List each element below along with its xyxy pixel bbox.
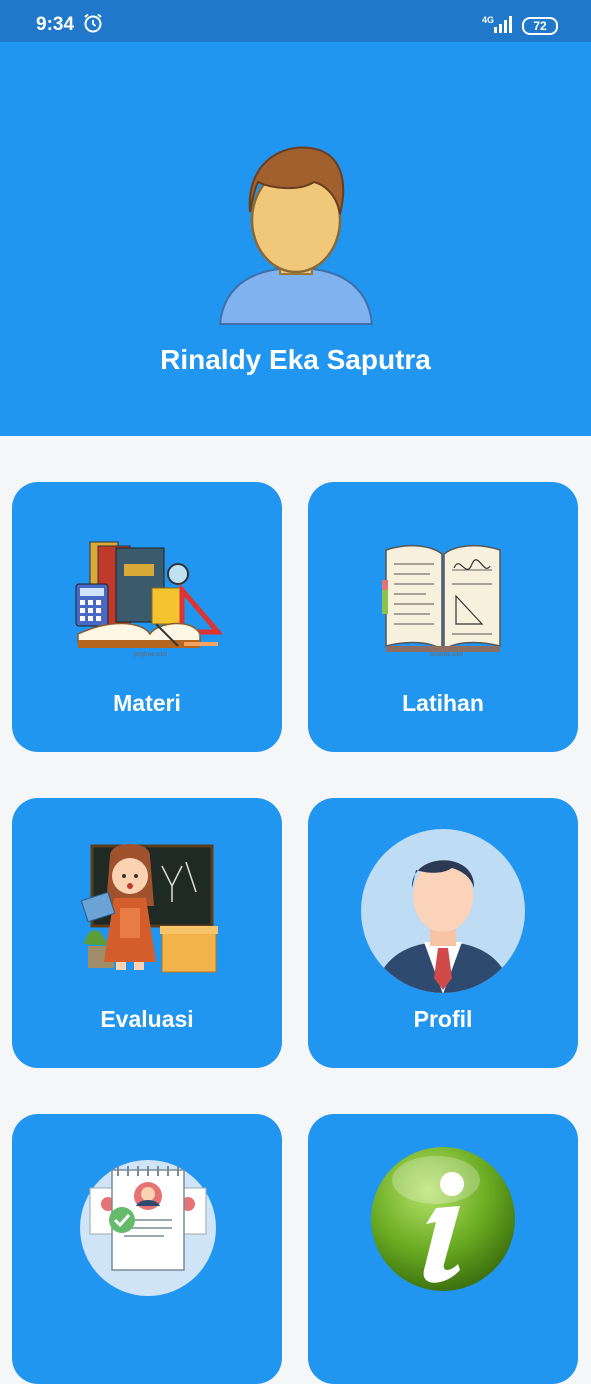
resume-check-icon: [80, 1160, 216, 1296]
menu-card-latihan[interactable]: pngtree.com Latihan: [308, 482, 578, 752]
info-icon: [371, 1147, 515, 1291]
menu-card-evaluasi[interactable]: Evaluasi: [12, 798, 282, 1068]
status-bar: 9:34 4G 72: [0, 0, 591, 42]
signal-icon: [494, 16, 512, 33]
open-book-icon: pngtree.com: [382, 544, 501, 656]
svg-text:pngtree.com: pngtree.com: [134, 652, 167, 658]
profile-man-icon: [361, 829, 525, 993]
menu-label: Evaluasi: [100, 1006, 194, 1032]
status-time: 9:34: [36, 14, 75, 35]
menu-label: Profil: [413, 1006, 473, 1032]
alarm-icon: [84, 13, 102, 33]
menu-card-5[interactable]: [12, 1114, 282, 1384]
user-avatar-icon: [218, 146, 374, 325]
battery-icon: 72: [522, 17, 558, 35]
menu-label: Materi: [113, 690, 181, 716]
teacher-icon: [80, 844, 218, 973]
menu-card-6[interactable]: [308, 1114, 578, 1384]
profile-header: Rinaldy Eka Saputra: [0, 42, 591, 436]
user-name: Rinaldy Eka Saputra: [160, 344, 431, 375]
menu-label: Latihan: [402, 690, 484, 716]
svg-text:pngtree.com: pngtree.com: [430, 652, 463, 656]
menu-card-profil[interactable]: Profil: [308, 798, 578, 1068]
menu-card-materi[interactable]: pngtree.com Materi: [12, 482, 282, 752]
books-icon: pngtree.com: [75, 541, 222, 658]
